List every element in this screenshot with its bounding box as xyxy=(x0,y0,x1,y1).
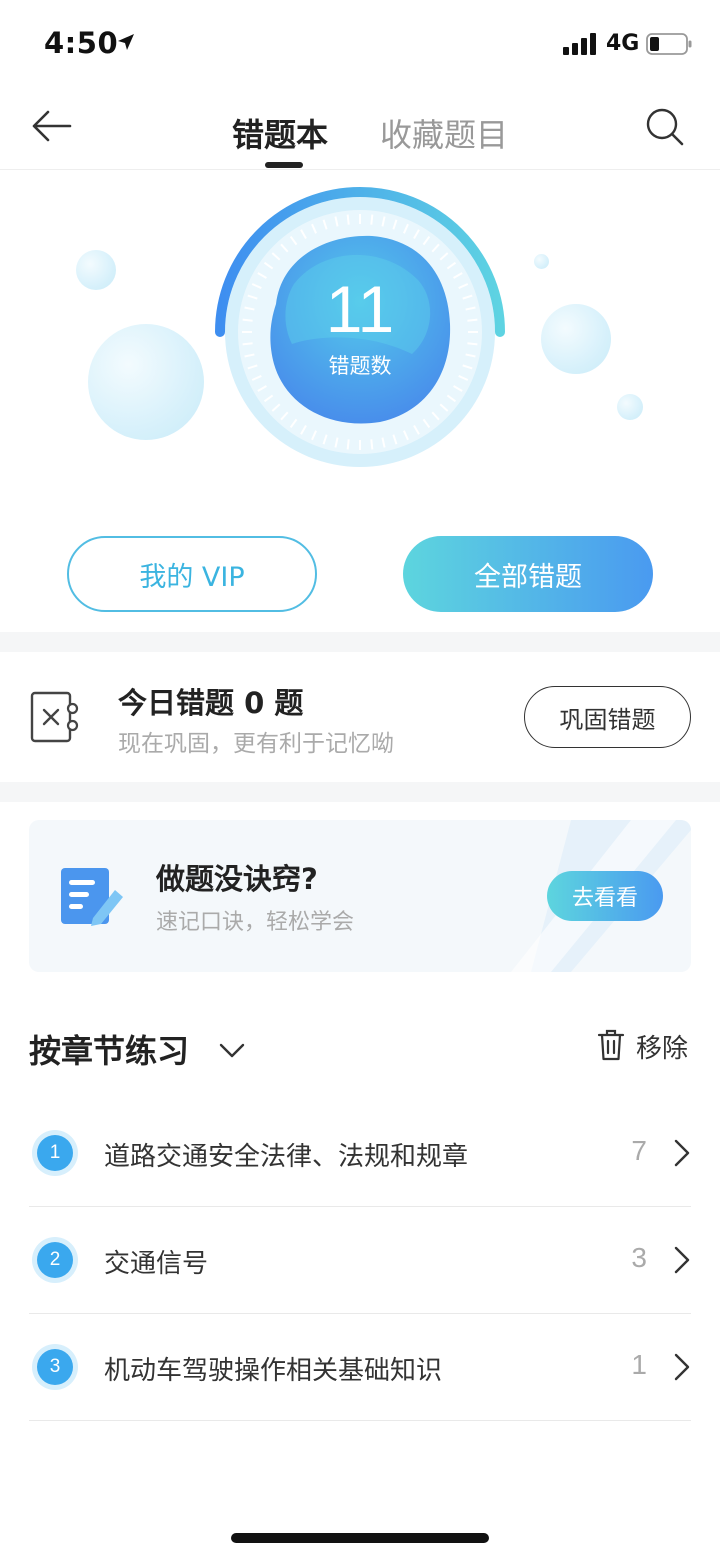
back-arrow-icon[interactable] xyxy=(28,106,76,146)
tab-wrong-book[interactable]: 错题本 xyxy=(232,110,328,156)
chapter-practice-title[interactable]: 按章节练习 xyxy=(29,1026,189,1072)
today-wrong-row: 今日错题 0 题 现在巩固，更有利于记忆呦 巩固错题 xyxy=(0,652,720,782)
all-wrong-button[interactable]: 全部错题 xyxy=(403,536,653,612)
wrong-book-icon xyxy=(30,691,79,743)
chapter-list: 1 道路交通安全法律、法规和规章 7 2 交通信号 3 3 机动车驾驶操作相关基… xyxy=(29,1100,691,1421)
wrong-questions-page: 4:50 4G 错题本 收藏题目 11 错题数 我的 VIP 全部错题 今日错题… xyxy=(0,0,720,1559)
chapter-number-badge: 2 xyxy=(37,1242,73,1278)
gauge-tick xyxy=(346,214,350,225)
consolidate-button[interactable]: 巩固错题 xyxy=(524,686,691,748)
trash-icon xyxy=(597,1029,625,1061)
today-title: 今日错题 0 题 xyxy=(118,686,304,720)
hero-section: 11 错题数 我的 VIP 全部错题 xyxy=(0,170,720,632)
gauge-tick xyxy=(242,342,253,346)
location-arrow-icon xyxy=(118,34,134,50)
battery-icon xyxy=(646,33,692,55)
decor-bubble xyxy=(534,254,549,269)
decor-bubble xyxy=(617,394,643,420)
chapter-item[interactable]: 2 交通信号 3 xyxy=(29,1207,691,1314)
wrong-count-number: 11 xyxy=(325,272,395,346)
chapter-label: 交通信号 xyxy=(104,1249,209,1279)
chapter-count: 7 xyxy=(631,1135,647,1166)
status-bar: 4:50 4G xyxy=(0,0,720,88)
tips-title: 做题没诀窍? xyxy=(156,862,318,896)
status-time: 4:50 xyxy=(44,26,119,60)
section-divider xyxy=(0,632,720,652)
decor-bubble xyxy=(76,250,116,290)
my-vip-button[interactable]: 我的 VIP xyxy=(67,536,317,612)
gauge-tick xyxy=(242,318,253,322)
decor-bubble xyxy=(88,324,204,440)
notepad-pen-icon xyxy=(61,868,123,926)
gauge-tick xyxy=(467,342,478,346)
top-nav: 错题本 收藏题目 xyxy=(0,88,720,170)
search-icon[interactable] xyxy=(644,106,686,148)
section-divider xyxy=(0,782,720,802)
tips-card[interactable]: 做题没诀窍? 速记口诀，轻松学会 去看看 xyxy=(29,820,691,972)
today-subtitle: 现在巩固，更有利于记忆呦 xyxy=(118,731,394,757)
chevron-right-icon xyxy=(674,1139,690,1167)
home-indicator xyxy=(231,1533,489,1543)
remove-button[interactable]: 移除 xyxy=(596,1026,696,1066)
chapter-number-badge: 1 xyxy=(37,1135,73,1171)
chevron-right-icon xyxy=(674,1353,690,1381)
chapter-number-badge: 3 xyxy=(37,1349,73,1385)
tab-favorites[interactable]: 收藏题目 xyxy=(380,110,508,156)
tab-indicator xyxy=(265,162,303,168)
chapter-item[interactable]: 1 道路交通安全法律、法规和规章 7 xyxy=(29,1100,691,1207)
chapter-item[interactable]: 3 机动车驾驶操作相关基础知识 1 xyxy=(29,1314,691,1421)
network-type: 4G xyxy=(606,31,640,56)
decor-bubble xyxy=(541,304,611,374)
chapter-count: 3 xyxy=(631,1242,647,1273)
chapter-label: 机动车驾驶操作相关基础知识 xyxy=(104,1356,443,1386)
gauge-tick xyxy=(346,439,350,450)
gauge-tick xyxy=(370,439,374,450)
chapter-label: 道路交通安全法律、法规和规章 xyxy=(104,1142,469,1172)
wrong-count-label: 错题数 xyxy=(328,354,392,378)
signal-icon xyxy=(563,33,596,55)
go-look-button[interactable]: 去看看 xyxy=(547,871,663,921)
chapter-count: 1 xyxy=(631,1349,647,1380)
tips-subtitle: 速记口诀，轻松学会 xyxy=(156,910,355,935)
gauge-tick xyxy=(467,318,478,322)
chevron-right-icon xyxy=(674,1246,690,1274)
gauge-tick xyxy=(370,214,374,225)
chevron-down-icon[interactable] xyxy=(218,1040,246,1060)
remove-label: 移除 xyxy=(636,1034,689,1064)
